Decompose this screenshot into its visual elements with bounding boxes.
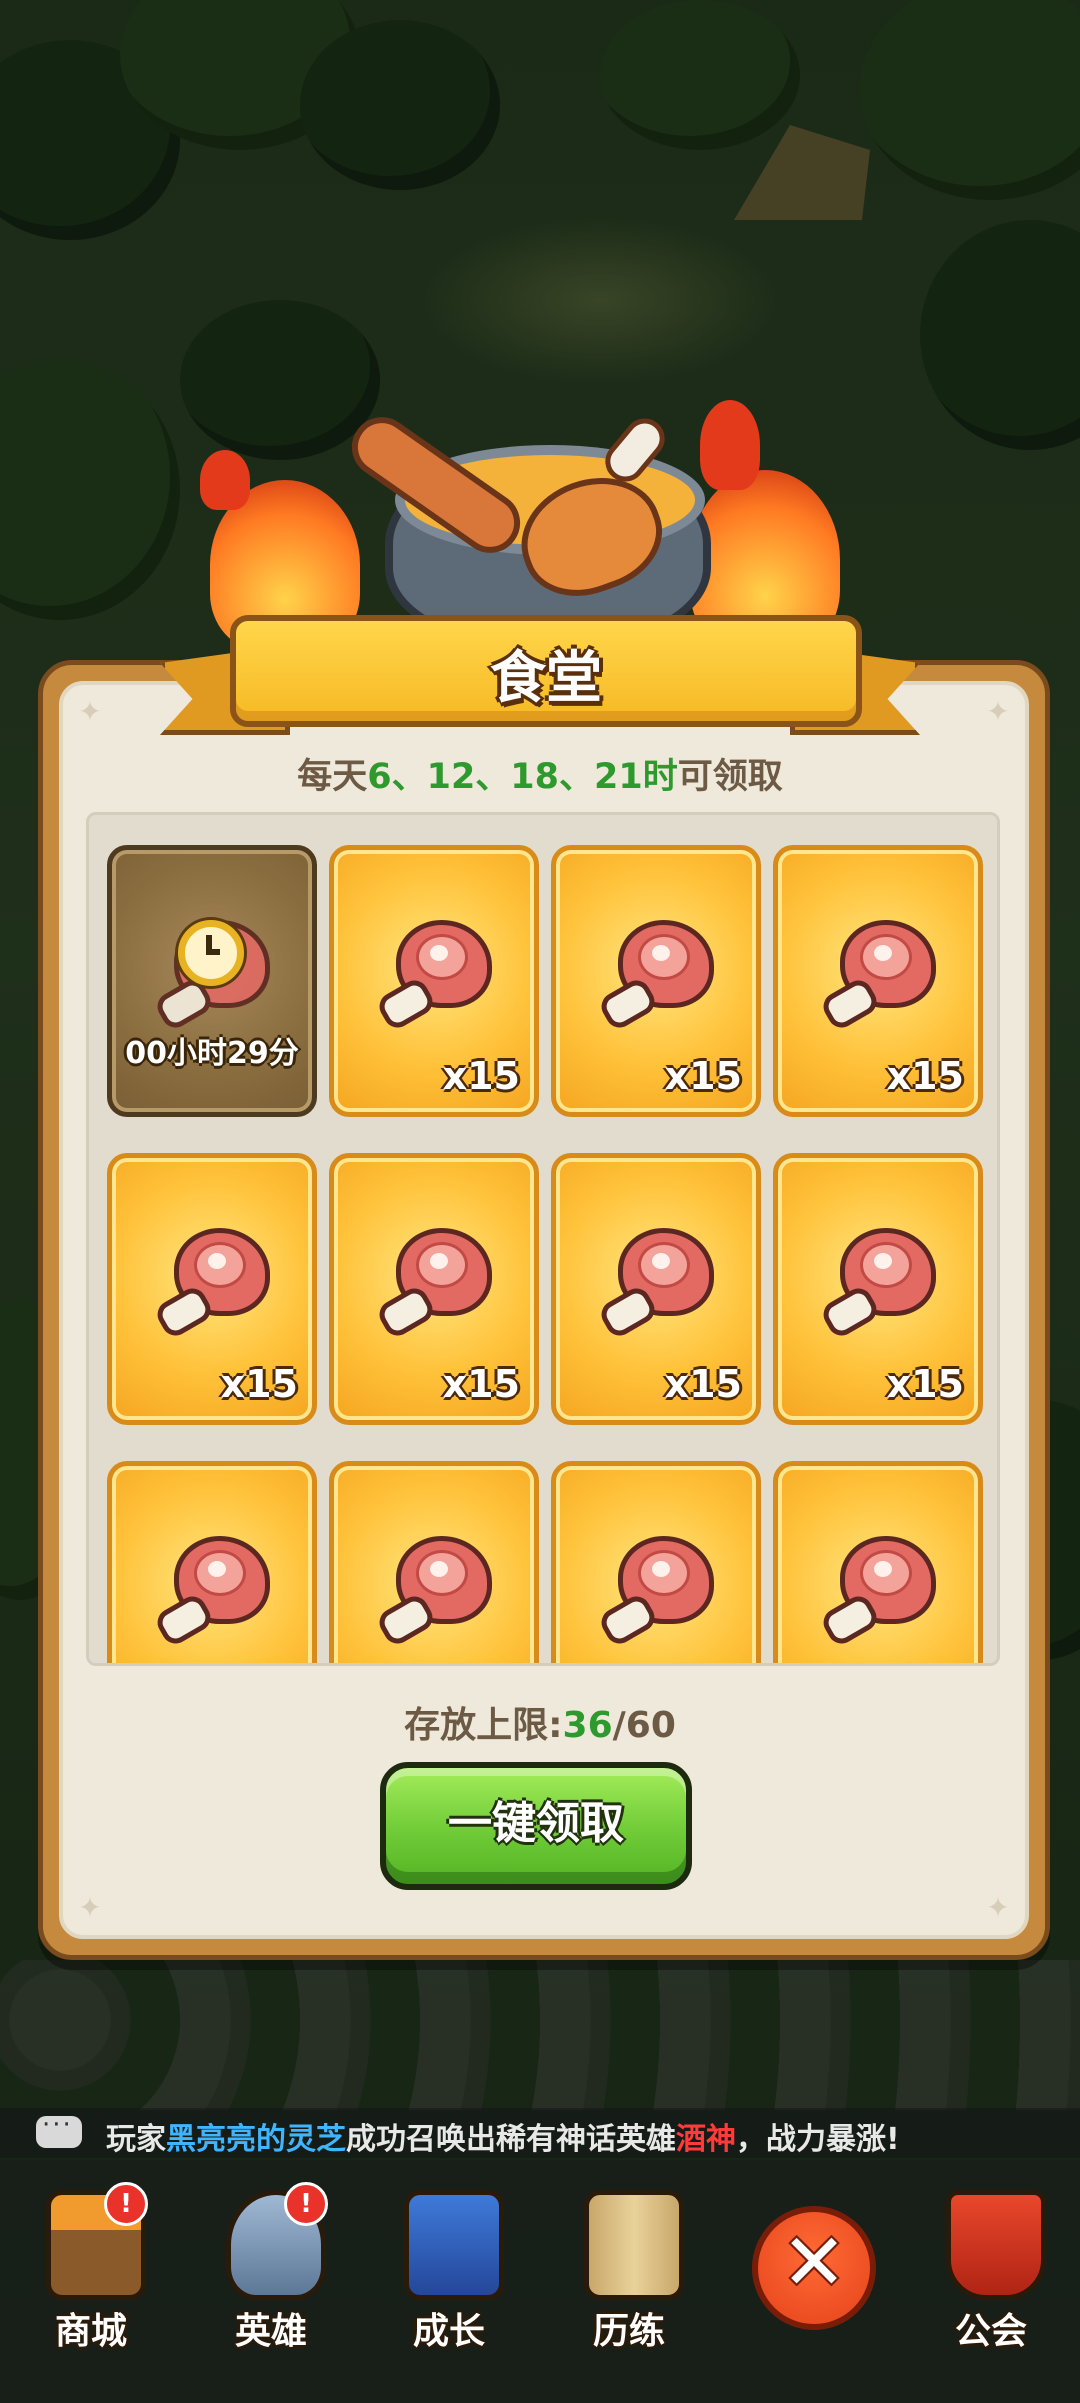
nav-item-growth[interactable]: 成长 <box>384 2190 514 2380</box>
schedule-suffix: 可领取 <box>677 757 783 797</box>
reward-slot[interactable]: x15 <box>329 1153 539 1425</box>
capacity-label: 存放上限: <box>404 1705 563 1746</box>
reward-quantity: x15 <box>220 1362 298 1406</box>
reward-slot[interactable]: x15 <box>551 1153 761 1425</box>
corner-ornament: ✦ <box>986 695 1010 728</box>
reward-slot[interactable]: x15 <box>773 1153 983 1425</box>
close-button[interactable]: ✕ <box>752 2206 876 2330</box>
dialog-title: 食堂 <box>490 646 602 711</box>
meat-icon <box>596 920 714 1033</box>
reward-quantity: x15 <box>442 1362 520 1406</box>
reward-quantity: x15 <box>886 1054 964 1098</box>
corner-ornament: ✦ <box>986 1891 1010 1924</box>
flame-tip-left <box>200 450 250 510</box>
reward-quantity: x15 <box>442 1054 520 1098</box>
storage-capacity: 存放上限:36/60 <box>0 1696 1080 1748</box>
ticker-suffix: ，战力暴涨! <box>736 2122 900 2157</box>
ticker-message: 玩家黑亮亮的灵芝成功召唤出稀有神话英雄酒神，战力暴涨! <box>106 2114 900 2158</box>
close-icon: ✕ <box>781 2218 847 2308</box>
flame-tip-right <box>700 400 760 490</box>
announcement-ticker: 玩家黑亮亮的灵芝成功召唤出稀有神话英雄酒神，战力暴涨! <box>0 2108 1080 2158</box>
meat-icon <box>596 1228 714 1341</box>
nav-label-training: 历练 <box>592 2311 665 2352</box>
ticker-hero-name: 酒神 <box>676 2122 736 2157</box>
nav-label-shop: 商城 <box>54 2311 127 2352</box>
nav-item-shop[interactable]: ! 商城 <box>26 2182 156 2380</box>
meat-icon <box>374 920 492 1033</box>
reward-grid-scroll[interactable]: 00小时29分 x15x15x15x15x15x15x15x15x15x15x1… <box>86 812 1000 1666</box>
chat-bubble-icon[interactable] <box>36 2110 82 2148</box>
reward-slot[interactable]: x15 <box>773 1461 983 1663</box>
nav-item-heroes[interactable]: ! 英雄 <box>206 2182 336 2380</box>
reward-slot[interactable]: x15 <box>329 845 539 1117</box>
guild-banner-icon <box>946 2190 1046 2300</box>
meat-icon <box>818 1228 936 1341</box>
meat-icon <box>374 1228 492 1341</box>
ticker-player-name: 黑亮亮的灵芝 <box>166 2122 346 2157</box>
notification-badge: ! <box>104 2182 148 2226</box>
reward-slot[interactable]: x15 <box>107 1153 317 1425</box>
reward-quantity: x15 <box>664 1362 742 1406</box>
capacity-separator: / <box>612 1705 626 1746</box>
meat-icon <box>374 1536 492 1649</box>
schedule-prefix: 每天 <box>297 757 368 797</box>
claim-all-button[interactable]: 一键领取 <box>380 1762 692 1890</box>
nav-label-heroes: 英雄 <box>234 2311 307 2352</box>
bottom-nav <box>0 2160 1080 2403</box>
title-banner: 食堂 <box>160 615 920 735</box>
corner-ornament: ✦ <box>78 1891 102 1924</box>
meat-icon <box>818 1536 936 1649</box>
slot-timer: 00小时29分 <box>125 1036 299 1071</box>
ticker-middle: 成功召唤出稀有神话英雄 <box>346 2122 676 2157</box>
corner-ornament: ✦ <box>78 695 102 728</box>
meat-icon <box>152 1228 270 1341</box>
reward-slot[interactable]: x15 <box>329 1461 539 1663</box>
reward-slot[interactable]: x15 <box>551 1461 761 1663</box>
growth-book-icon <box>404 2190 504 2300</box>
reward-slot-locked: 00小时29分 <box>107 845 317 1117</box>
reward-slot[interactable]: x15 <box>773 845 983 1117</box>
meat-icon <box>818 920 936 1033</box>
reward-slot[interactable]: x15 <box>551 845 761 1117</box>
nav-label-growth: 成长 <box>412 2311 485 2352</box>
clock-icon <box>178 920 244 986</box>
notification-badge: ! <box>284 2182 328 2226</box>
capacity-current: 36 <box>562 1705 613 1746</box>
nav-label-guild: 公会 <box>954 2311 1027 2352</box>
schedule-hours: 6、12、18、21时 <box>367 757 678 797</box>
reward-grid: 00小时29分 x15x15x15x15x15x15x15x15x15x15x1… <box>107 845 983 1663</box>
scroll-map-icon <box>584 2190 684 2300</box>
nav-item-training[interactable]: 历练 <box>564 2190 694 2380</box>
ticker-prefix: 玩家 <box>106 2122 166 2157</box>
nav-item-guild[interactable]: 公会 <box>926 2190 1056 2380</box>
reward-quantity: x15 <box>664 1054 742 1098</box>
claim-schedule: 每天6、12、18、21时可领取 <box>0 748 1080 799</box>
meat-icon <box>152 1536 270 1649</box>
meat-icon <box>596 1536 714 1649</box>
reward-slot[interactable]: x15 <box>107 1461 317 1663</box>
capacity-max: 60 <box>625 1705 676 1746</box>
reward-quantity: x15 <box>886 1362 964 1406</box>
